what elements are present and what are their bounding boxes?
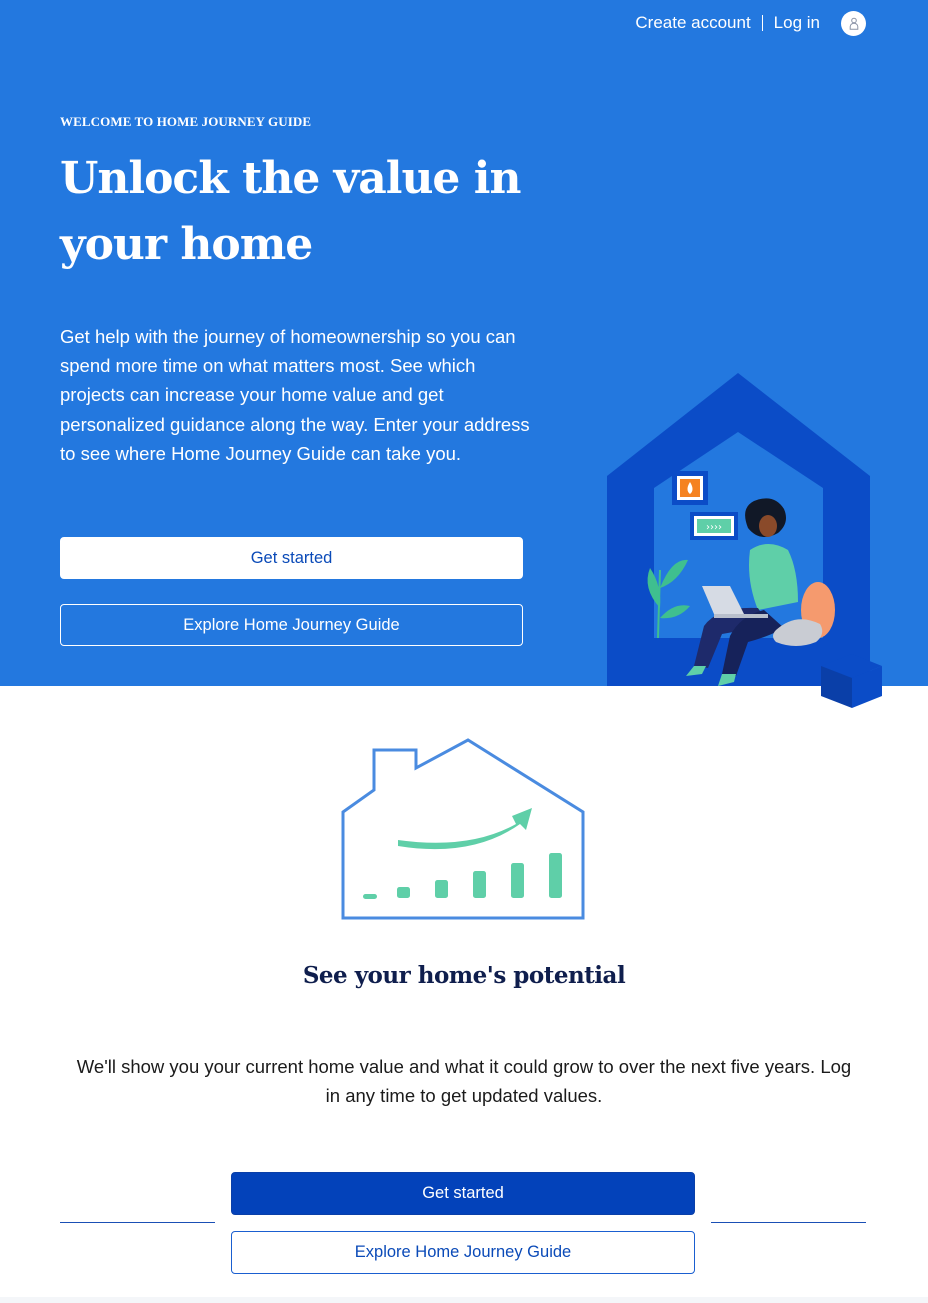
hero-description: Get help with the journey of homeownersh… <box>60 326 530 464</box>
potential-section-description: We'll show you your current home value a… <box>76 1056 852 1106</box>
potential-get-started-button[interactable]: Get started <box>231 1172 695 1215</box>
footer-edge <box>0 1297 928 1303</box>
left-divider <box>60 1222 215 1223</box>
hero-eyebrow: WELCOME TO HOME JOURNEY GUIDE <box>60 114 312 129</box>
nav-divider <box>761 15 763 31</box>
person-icon <box>849 17 858 30</box>
woman-with-laptop-illustration: ›››› <box>607 373 882 708</box>
account-avatar-button[interactable] <box>841 10 866 36</box>
hero-explore-button[interactable]: Explore Home Journey Guide <box>60 604 523 646</box>
house-outline-icon <box>341 738 585 920</box>
potential-explore-button[interactable]: Explore Home Journey Guide <box>231 1231 695 1274</box>
hero-title: Unlock the value in your home <box>60 153 521 270</box>
wall-frame-green: ›››› <box>690 512 738 540</box>
growth-arrow-icon <box>398 808 532 850</box>
right-divider <box>711 1222 866 1223</box>
top-nav: Create account Log in <box>635 10 866 36</box>
hero-get-started-button[interactable]: Get started <box>60 537 523 579</box>
log-in-link[interactable]: Log in <box>774 13 820 33</box>
wall-frame-orange <box>672 471 708 505</box>
potential-section-title: See your home's potential <box>302 962 626 989</box>
home-value-growth-illustration <box>341 738 585 920</box>
growth-bars <box>363 853 562 899</box>
create-account-link[interactable]: Create account <box>635 13 750 33</box>
svg-text:››››: ›››› <box>706 522 722 533</box>
